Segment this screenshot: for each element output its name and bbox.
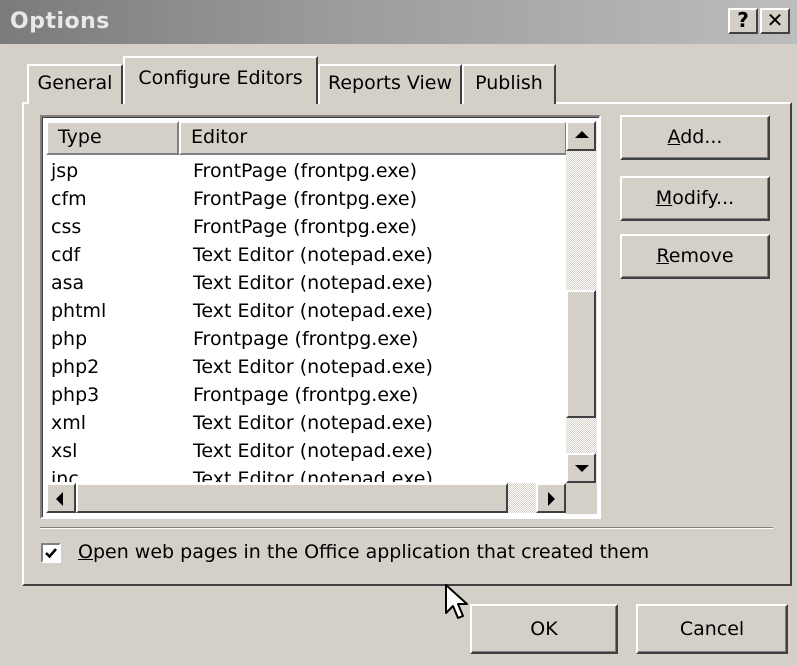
list-row[interactable]: php2 Text Editor (notepad.exe) xyxy=(43,354,563,382)
row-editor: Frontpage (frontpg.exe) xyxy=(193,384,419,406)
scrollbar-corner xyxy=(566,483,597,514)
row-editor: Text Editor (notepad.exe) xyxy=(193,440,433,462)
vertical-scroll-thumb[interactable] xyxy=(566,290,596,418)
close-icon: ✕ xyxy=(766,8,784,32)
row-editor: Text Editor (notepad.exe) xyxy=(193,356,433,378)
row-editor: Text Editor (notepad.exe) xyxy=(193,272,433,294)
row-type: php2 xyxy=(51,356,100,378)
tab-general[interactable]: General xyxy=(27,64,123,104)
row-editor: Text Editor (notepad.exe) xyxy=(193,244,433,266)
editor-list[interactable]: Type Editor jsp FrontPage (frontpg.exe) c… xyxy=(40,115,601,519)
list-row[interactable]: asa Text Editor (notepad.exe) xyxy=(43,270,563,298)
row-editor: FrontPage (frontpg.exe) xyxy=(193,216,417,238)
tab-publish[interactable]: Publish xyxy=(462,64,556,104)
options-dialog: Options ? ✕ General Configure Editors Re… xyxy=(0,0,797,666)
row-type: jsp xyxy=(51,160,79,182)
modify-label: odify... xyxy=(672,187,735,209)
row-type: css xyxy=(51,216,82,238)
tab-configure-editors[interactable]: Configure Editors xyxy=(123,56,318,104)
tab-reports-view[interactable]: Reports View xyxy=(318,64,462,104)
row-type: phtml xyxy=(51,300,107,322)
list-row[interactable]: cfm FrontPage (frontpg.exe) xyxy=(43,186,563,214)
arrow-down-icon xyxy=(575,465,589,472)
scroll-down-button[interactable] xyxy=(566,453,596,483)
row-type: xml xyxy=(51,412,87,434)
checkmark-icon xyxy=(45,548,57,559)
list-row[interactable]: jsp FrontPage (frontpg.exe) xyxy=(43,158,563,186)
mouse-cursor-icon xyxy=(445,584,468,619)
modify-access-key: M xyxy=(655,187,673,209)
scroll-up-button[interactable] xyxy=(566,121,596,151)
open-in-office-checkbox[interactable] xyxy=(41,543,61,563)
row-type: php3 xyxy=(51,384,100,406)
window-title: Options xyxy=(10,9,110,34)
row-editor: Text Editor (notepad.exe) xyxy=(193,412,433,434)
help-button[interactable]: ? xyxy=(728,8,758,34)
open-in-office-label[interactable]: Open web pages in the Office application… xyxy=(78,541,649,563)
list-row[interactable]: inc Text Editor (notepad.exe) xyxy=(43,466,563,482)
scroll-right-button[interactable] xyxy=(536,483,566,513)
remove-label: emove xyxy=(668,245,734,267)
list-row[interactable]: php3 Frontpage (frontpg.exe) xyxy=(43,382,563,410)
list-row[interactable]: css FrontPage (frontpg.exe) xyxy=(43,214,563,242)
row-editor: Text Editor (notepad.exe) xyxy=(193,300,433,322)
cancel-button[interactable]: Cancel xyxy=(636,604,788,654)
checkbox-access-key: O xyxy=(78,541,93,563)
row-type: xsl xyxy=(51,440,78,462)
list-rows: jsp FrontPage (frontpg.exe) cfm FrontPage … xyxy=(43,158,563,482)
list-row[interactable]: xsl Text Editor (notepad.exe) xyxy=(43,438,563,466)
modify-button[interactable]: Modify... xyxy=(620,176,770,221)
title-bar[interactable]: Options ? ✕ xyxy=(0,0,797,44)
scroll-left-button[interactable] xyxy=(46,483,76,513)
list-row[interactable]: cdf Text Editor (notepad.exe) xyxy=(43,242,563,270)
remove-button[interactable]: Remove xyxy=(620,234,770,279)
arrow-left-icon xyxy=(56,492,63,506)
row-type: cfm xyxy=(51,188,87,210)
list-row[interactable]: phtml Text Editor (notepad.exe) xyxy=(43,298,563,326)
row-type: cdf xyxy=(51,244,81,266)
row-editor: FrontPage (frontpg.exe) xyxy=(193,160,417,182)
ok-button[interactable]: OK xyxy=(470,604,618,654)
add-button[interactable]: Add... xyxy=(620,115,770,160)
separator xyxy=(40,527,773,529)
row-type: php xyxy=(51,328,88,350)
arrow-right-icon xyxy=(548,492,555,506)
checkbox-label-text: pen web pages in the Office application … xyxy=(92,541,650,563)
list-row[interactable]: xml Text Editor (notepad.exe) xyxy=(43,410,563,438)
add-access-key: A xyxy=(667,126,681,148)
arrow-up-icon xyxy=(575,131,589,138)
close-button[interactable]: ✕ xyxy=(760,8,790,34)
row-editor: Text Editor (notepad.exe) xyxy=(193,468,433,482)
list-row[interactable]: php Frontpage (frontpg.exe) xyxy=(43,326,563,354)
row-editor: Frontpage (frontpg.exe) xyxy=(193,328,419,350)
row-type: inc xyxy=(51,468,79,482)
row-type: asa xyxy=(51,272,85,294)
row-editor: FrontPage (frontpg.exe) xyxy=(193,188,417,210)
column-header-editor[interactable]: Editor xyxy=(179,121,567,155)
add-label: dd... xyxy=(680,126,723,148)
horizontal-scroll-thumb[interactable] xyxy=(76,483,508,513)
column-header-type[interactable]: Type xyxy=(46,121,179,155)
remove-access-key: R xyxy=(656,245,669,267)
